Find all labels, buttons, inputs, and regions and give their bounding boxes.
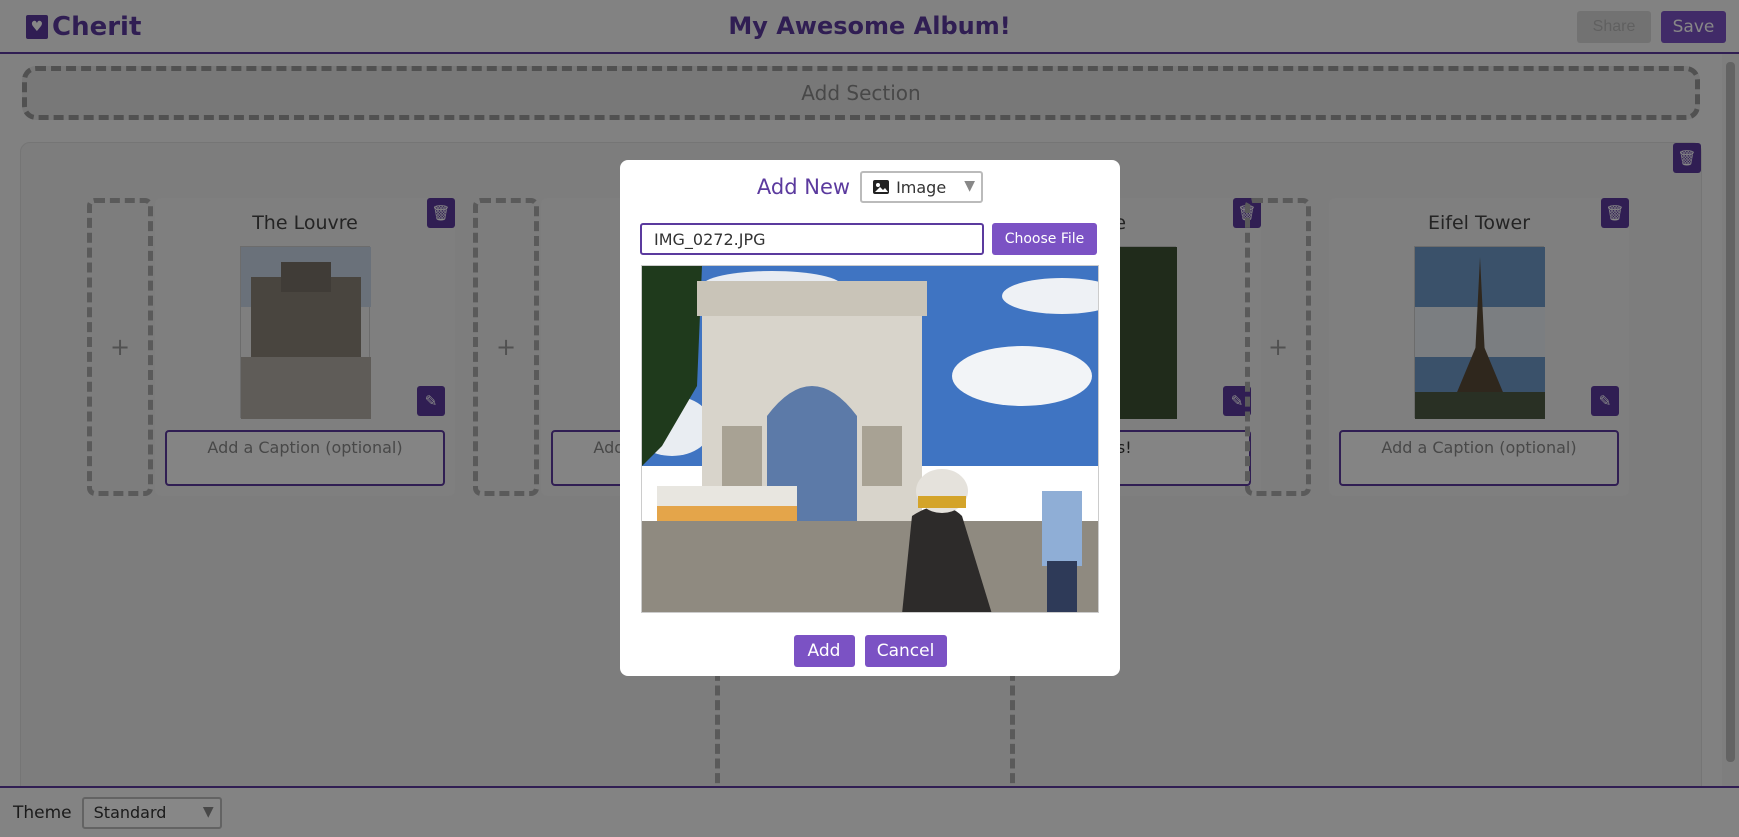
modal-title: Add New bbox=[756, 175, 851, 199]
modal-header: Add New Image ▼ bbox=[620, 171, 1120, 203]
add-button[interactable]: Add bbox=[793, 635, 855, 667]
image-icon bbox=[873, 180, 890, 194]
file-name-field[interactable]: IMG_0272.JPG bbox=[640, 223, 984, 255]
choose-file-button[interactable]: Choose File bbox=[992, 223, 1097, 255]
caret-down-icon: ▼ bbox=[964, 178, 976, 194]
cancel-button[interactable]: Cancel bbox=[864, 635, 947, 667]
modal-footer: Add Cancel bbox=[620, 635, 1120, 667]
type-value: Image bbox=[896, 177, 947, 197]
add-new-modal: Add New Image ▼ IMG_0272.JPG Choose File bbox=[620, 160, 1120, 676]
type-select[interactable]: Image ▼ bbox=[860, 171, 984, 203]
image-preview bbox=[641, 265, 1099, 613]
